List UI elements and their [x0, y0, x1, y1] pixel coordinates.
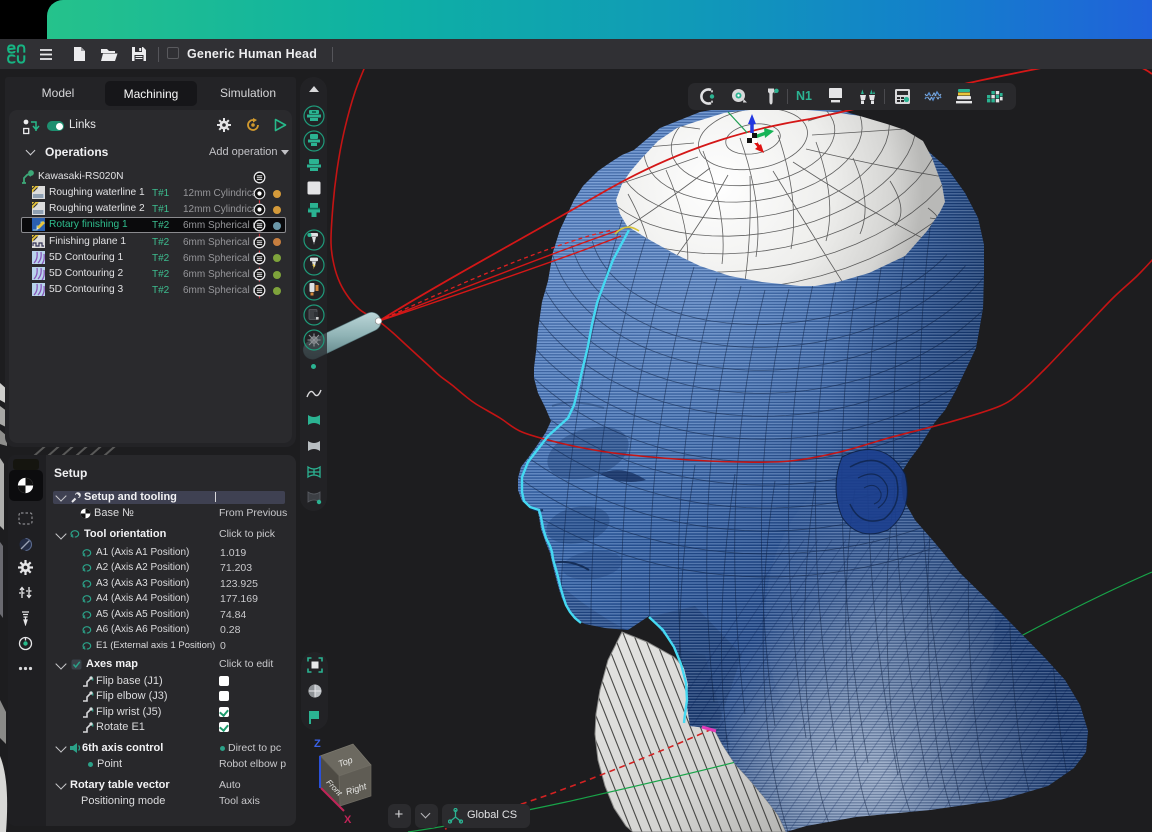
svg-text:X: X: [344, 814, 352, 826]
svg-text:Z: Z: [314, 738, 321, 750]
